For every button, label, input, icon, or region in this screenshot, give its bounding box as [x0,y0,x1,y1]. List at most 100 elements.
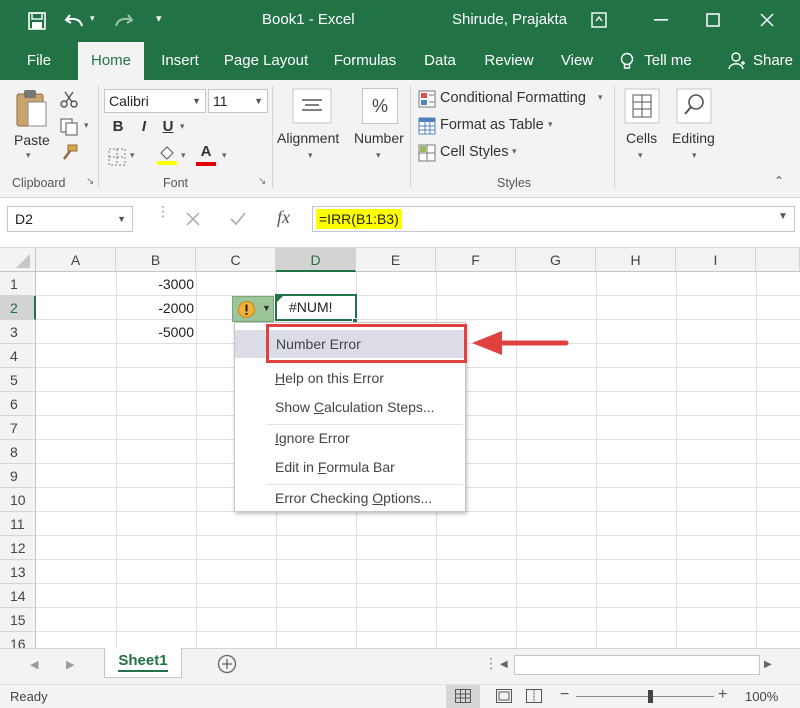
row-header-2[interactable]: 2 [0,296,36,320]
number-dropdown-icon[interactable]: ▾ [376,150,381,161]
undo-icon[interactable] [64,12,86,30]
copy-icon[interactable] [60,118,78,136]
save-icon[interactable] [28,12,46,30]
sheet-tab-sheet1[interactable]: Sheet1 [104,648,182,678]
ribbon-display-options-icon[interactable] [591,12,607,28]
cut-icon[interactable] [60,90,78,108]
cell-d2[interactable]: #NUM! [275,294,357,321]
redo-icon[interactable] [112,12,134,30]
scroll-sheets-right-icon[interactable]: ▶ [66,658,74,671]
row-header-11[interactable]: 11 [0,512,36,536]
format-painter-icon[interactable] [60,144,78,162]
menu-item-edit-in-formula-bar[interactable]: Edit in Formula Bar [235,453,465,481]
row-header-6[interactable]: 6 [0,392,36,416]
row-header-9[interactable]: 9 [0,464,36,488]
cells-icon[interactable] [624,88,660,124]
bold-button[interactable]: B [110,118,126,135]
scroll-sheets-left-icon[interactable]: ◀ [30,658,38,671]
row-header-15[interactable]: 15 [0,608,36,632]
alignment-dropdown-icon[interactable]: ▾ [308,150,313,161]
cell-b1[interactable]: -3000 [116,272,194,296]
alignment-icon[interactable] [292,88,332,124]
cell-b3[interactable]: -5000 [116,320,194,344]
page-layout-view-icon[interactable] [496,689,512,703]
page-break-preview-icon[interactable] [526,689,542,703]
name-box[interactable]: D2 ▼ [7,206,133,232]
number-format-icon[interactable]: % [362,88,398,124]
row-header-1[interactable]: 1 [0,272,36,296]
minimize-icon[interactable] [654,19,668,21]
paste-icon[interactable] [14,88,48,128]
row-header-16[interactable]: 16 [0,632,36,648]
column-header-c[interactable]: C [196,248,276,272]
formula-bar-grip-icon[interactable]: ⋮ [156,204,170,218]
tab-split-handle-icon[interactable]: ⋮ [484,655,498,672]
column-header-a[interactable]: A [36,248,116,272]
chevron-down-icon[interactable]: ▼ [117,207,126,231]
cell-styles-dropdown-icon[interactable]: ▾ [512,146,517,157]
column-header-d[interactable]: D [276,248,356,272]
tell-me-box[interactable]: Tell me [640,42,696,80]
zoom-level[interactable]: 100% [745,689,778,704]
conditional-formatting-dropdown-icon[interactable]: ▾ [598,92,603,103]
tab-formulas[interactable]: Formulas [330,42,400,80]
borders-dropdown-icon[interactable]: ▾ [130,150,135,161]
editing-button[interactable]: Editing [672,130,715,146]
number-button[interactable]: Number [354,130,404,146]
row-header-8[interactable]: 8 [0,440,36,464]
customize-toolbar-icon[interactable]: ▾ [156,12,162,25]
zoom-slider[interactable] [576,696,714,697]
tab-review[interactable]: Review [478,42,540,80]
tab-view[interactable]: View [554,42,600,80]
cell-styles-button[interactable]: Cell Styles [440,144,509,160]
maximize-icon[interactable] [706,13,720,27]
row-header-5[interactable]: 5 [0,368,36,392]
add-sheet-icon[interactable] [217,654,237,674]
zoom-in-button[interactable]: + [718,686,727,704]
user-name[interactable]: Shirude, Prajakta [452,11,567,28]
zoom-out-button[interactable]: − [560,686,569,704]
menu-item-error-checking-options[interactable]: Error Checking Options... [235,484,465,512]
alignment-button[interactable]: Alignment [277,130,339,146]
copy-dropdown-icon[interactable]: ▾ [84,120,89,131]
font-color-dropdown-icon[interactable]: ▾ [222,150,227,161]
column-header-b[interactable]: B [116,248,196,272]
zoom-slider-thumb[interactable] [648,690,653,703]
tab-data[interactable]: Data [418,42,462,80]
font-color-button[interactable]: A [198,143,214,160]
insert-function-button[interactable]: fx [277,207,290,228]
row-header-4[interactable]: 4 [0,344,36,368]
column-header-f[interactable]: F [436,248,516,272]
scroll-left-icon[interactable]: ◀ [500,659,508,670]
normal-view-button[interactable] [446,685,480,708]
fill-color-dropdown-icon[interactable]: ▾ [181,150,186,161]
select-all-button[interactable] [0,248,36,272]
cells-button[interactable]: Cells [626,130,657,146]
cancel-icon[interactable] [186,212,200,226]
share-button[interactable]: Share [750,42,796,80]
horizontal-scrollbar[interactable] [514,655,760,675]
column-header-g[interactable]: G [516,248,596,272]
italic-button[interactable]: I [136,118,152,135]
error-options-button[interactable]: ▼ [232,296,274,322]
row-header-12[interactable]: 12 [0,536,36,560]
tab-page-layout[interactable]: Page Layout [220,42,312,80]
row-header-13[interactable]: 13 [0,560,36,584]
row-header-14[interactable]: 14 [0,584,36,608]
conditional-formatting-button[interactable]: Conditional Formatting [440,90,586,106]
underline-button[interactable]: U [160,118,176,135]
expand-formula-bar-icon[interactable]: ▼ [778,211,788,222]
font-name-dropdown[interactable]: Calibri ▼ [104,89,206,113]
tab-file[interactable]: File [14,42,64,80]
formula-input[interactable]: =IRR(B1:B3) [312,206,795,232]
clipboard-launcher-icon[interactable]: ↘ [86,176,94,187]
fill-color-icon[interactable] [156,144,178,166]
enter-check-icon[interactable] [230,212,246,226]
paste-button[interactable]: Paste [14,132,50,148]
menu-item-help-on-error[interactable]: Help on this Error [235,364,465,392]
menu-item-show-calculation-steps[interactable]: Show Calculation Steps... [235,393,465,421]
column-header-e[interactable]: E [356,248,436,272]
format-as-table-button[interactable]: Format as Table [440,117,544,133]
close-icon[interactable] [760,13,774,27]
scroll-right-icon[interactable]: ▶ [764,659,772,670]
